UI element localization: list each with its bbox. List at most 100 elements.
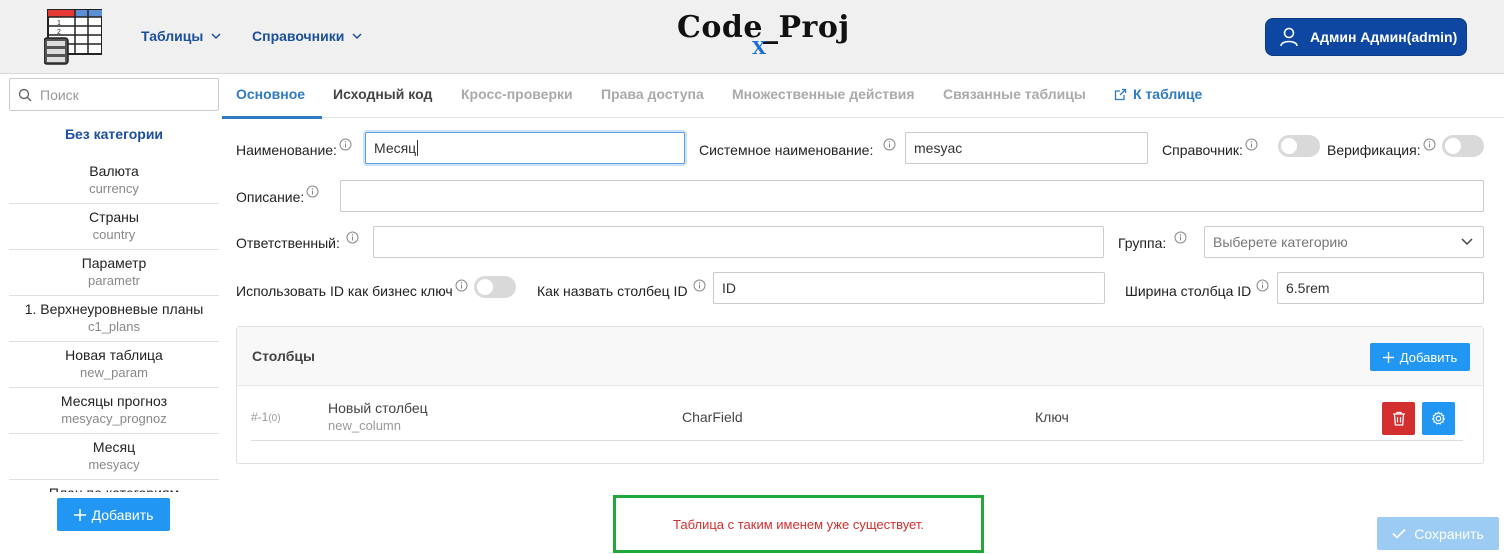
desc-input[interactable] [340,180,1484,212]
info-icon[interactable] [883,138,896,151]
save-button[interactable]: Сохранить [1377,517,1499,550]
group-label-text: Группа: [1118,235,1167,251]
tab-source-code[interactable]: Исходный код [333,86,432,102]
column-index-value: #-1 [251,410,269,424]
info-icon[interactable] [339,138,352,151]
list-item-title: Месяцы прогноз [60,393,168,409]
tab-access-rights[interactable]: Права доступа [601,86,704,102]
list-item-title: Месяц [92,439,136,455]
app-header: 1 2 Таблицы Справочники Code_Proj X Адми… [0,0,1504,74]
list-item-title: 1. Верхнеуровневые планы [24,301,204,317]
list-item-title: План по категориям [9,484,219,492]
list-item[interactable]: Месяцы прогноз mesyacy_prognoz [9,388,219,434]
id-width-label: Ширина столбца ID [1125,279,1269,299]
info-icon[interactable] [306,185,319,198]
verify-toggle[interactable] [1442,135,1484,157]
info-icon[interactable] [455,279,468,292]
dict-toggle[interactable] [1278,135,1320,157]
info-icon[interactable] [693,279,706,292]
id-name-input[interactable]: ID [713,272,1105,304]
resp-input[interactable] [373,226,1104,258]
group-select[interactable]: Выберете категорию [1204,226,1484,258]
external-link-icon [1114,88,1127,100]
id-name-label: Как назвать столбец ID [537,279,706,299]
list-item-title: Параметр [81,255,147,271]
resp-label-text: Ответственный: [236,235,340,251]
tab-related-tables[interactable]: Связанные таблицы [943,86,1086,102]
sysname-input[interactable]: mesyac [905,132,1148,164]
list-item[interactable]: Валюта currency [9,158,219,204]
delete-column-button[interactable] [1382,402,1415,435]
tab-cross-checks[interactable]: Кросс-проверки [461,86,573,102]
desc-label-text: Описание: [236,189,305,205]
column-order: (0) [268,413,281,424]
svg-text:2: 2 [57,29,61,36]
sysname-label: Системное наименование: [699,138,896,158]
name-label: Наименование: [236,138,352,158]
nav-dictionaries[interactable]: Справочники [252,28,362,44]
list-item-sysname: mesyacy [88,457,140,472]
info-icon[interactable] [1423,138,1436,151]
desc-label: Описание: [236,185,319,205]
list-item[interactable]: Новая таблица new_param [9,342,219,388]
nav-dictionaries-label: Справочники [252,28,345,44]
list-item-title: Валюта [89,163,139,179]
list-item[interactable]: Параметр parametr [9,250,219,296]
error-message: Таблица с таким именем уже существует. [673,516,924,532]
list-item-sysname: mesyacy_prognoz [61,411,167,426]
row-divider [251,440,1463,441]
error-alert: Таблица с таким именем уже существует. [613,495,984,553]
column-index: #-1(0) [251,410,281,424]
resp-label: Ответственный: [236,231,359,251]
sysname-value: mesyac [914,140,963,156]
use-id-label: Использовать ID как бизнес ключ [236,279,468,299]
nav-tables[interactable]: Таблицы [141,28,221,44]
list-item-sysname: c1_plans [87,319,141,334]
dict-label-text: Справочник: [1162,142,1243,158]
add-column-button[interactable]: Добавить [1370,343,1470,371]
user-menu-button[interactable]: Админ Админ(admin) [1265,18,1467,56]
list-item[interactable]: 1. Верхнеуровневые планы c1_plans [9,296,219,342]
tab-bulk-actions[interactable]: Множественные действия [732,86,915,102]
tab-to-table[interactable]: К таблице [1114,86,1202,102]
info-icon[interactable] [1174,231,1187,244]
list-item[interactable]: Месяц mesyacy [9,434,219,480]
list-item-title: Новая таблица [65,347,163,363]
column-sysname: new_column [328,418,401,433]
info-icon[interactable] [1256,279,1269,292]
nav-tables-label: Таблицы [141,28,204,44]
chevron-down-icon [352,33,362,40]
use-id-toggle[interactable] [474,276,516,298]
info-icon[interactable] [346,231,359,244]
search-box[interactable] [9,78,219,111]
list-item[interactable]: Страны country [9,204,219,250]
column-key: Ключ [1035,409,1069,425]
id-name-value: ID [722,280,736,296]
info-icon[interactable] [1245,138,1258,151]
chevron-down-icon [1461,238,1473,246]
search-input[interactable] [40,86,200,103]
chevron-down-icon [211,33,221,40]
name-input[interactable]: Месяц [365,132,685,164]
columns-panel-header: Столбцы Добавить [237,327,1483,386]
save-label: Сохранить [1414,525,1484,542]
tab-main[interactable]: Основное [236,86,305,102]
table-logo-icon[interactable]: 1 2 [44,8,102,66]
table-row: #-1(0) Новый столбец new_column CharFiel… [237,387,1483,441]
add-table-button[interactable]: Добавить [57,498,170,531]
gear-icon [1431,411,1446,425]
verify-label: Верификация: [1327,138,1436,158]
add-column-label: Добавить [1399,349,1458,365]
active-tab-indicator [222,116,322,119]
list-item-sysname: currency [89,181,139,196]
list-item[interactable]: План по категориям [9,480,219,492]
add-table-label: Добавить [91,506,154,523]
id-width-input[interactable]: 6.5rem [1277,272,1484,304]
name-value: Месяц [374,140,417,156]
id-name-label-text: Как назвать столбец ID [537,283,688,299]
verify-label-text: Верификация: [1327,142,1421,158]
column-settings-button[interactable] [1422,402,1455,435]
columns-panel: Столбцы Добавить #-1(0) Новый столбец ne… [236,326,1484,464]
column-type: CharField [682,409,743,425]
group-label: Группа: [1118,231,1187,251]
